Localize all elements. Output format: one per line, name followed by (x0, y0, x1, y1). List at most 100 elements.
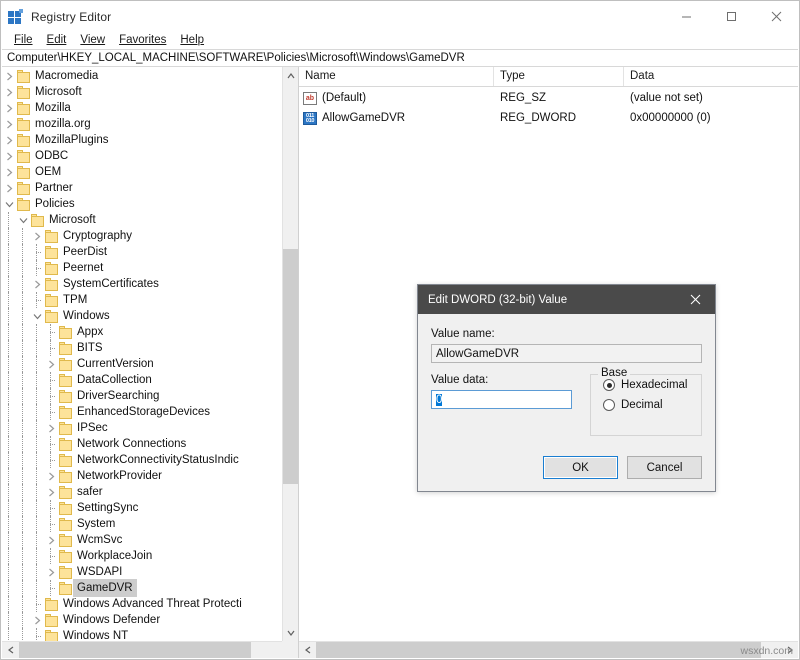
chevron-right-icon[interactable] (2, 132, 16, 148)
tree-item-partner[interactable]: Partner (2, 180, 282, 196)
tree-item-mozillaplugins[interactable]: MozillaPlugins (2, 132, 282, 148)
chevron-right-icon[interactable] (44, 468, 58, 484)
chevron-right-icon[interactable] (44, 420, 58, 436)
chevron-right-icon[interactable] (44, 532, 58, 548)
chevron-right-icon[interactable] (30, 276, 44, 292)
tree-item-microsoft[interactable]: Microsoft (2, 84, 282, 100)
close-button[interactable] (754, 1, 799, 32)
folder-icon (58, 422, 73, 435)
column-header-type[interactable]: Type (494, 67, 624, 86)
dialog-close-button[interactable] (675, 285, 715, 314)
tree-indent-guide (2, 244, 16, 260)
tree-hscroll-thumb[interactable] (19, 642, 251, 658)
folder-icon (58, 438, 73, 451)
tree-item-workplacejoin[interactable]: WorkplaceJoin (2, 548, 282, 564)
tree-item-enhancedstoragedevices[interactable]: EnhancedStorageDevices (2, 404, 282, 420)
menu-bar: File Edit View Favorites Help (1, 32, 799, 49)
tree-item-mozilla-org[interactable]: mozilla.org (2, 116, 282, 132)
chevron-right-icon[interactable] (2, 148, 16, 164)
tree-item-settingsync[interactable]: SettingSync (2, 500, 282, 516)
tree-item-wsdapi[interactable]: WSDAPI (2, 564, 282, 580)
chevron-down-icon[interactable] (30, 308, 44, 324)
chevron-right-icon[interactable] (30, 228, 44, 244)
title-bar: Registry Editor (1, 1, 799, 32)
tree-item-system[interactable]: System (2, 516, 282, 532)
tree-item-appx[interactable]: Appx (2, 324, 282, 340)
tree-item-macromedia[interactable]: Macromedia (2, 68, 282, 84)
menu-file[interactable]: File (7, 32, 40, 49)
minimize-button[interactable] (664, 1, 709, 32)
tree-horizontal-scrollbar[interactable] (2, 641, 298, 658)
tree-item-bits[interactable]: BITS (2, 340, 282, 356)
tree-item-microsoft[interactable]: Microsoft (2, 212, 282, 228)
registry-tree[interactable]: MacromediaMicrosoftMozillamozilla.orgMoz… (2, 67, 282, 641)
tree-item-networkconnectivitystatusindic[interactable]: NetworkConnectivityStatusIndic (2, 452, 282, 468)
maximize-button[interactable] (709, 1, 754, 32)
tree-item-datacollection[interactable]: DataCollection (2, 372, 282, 388)
tree-item-policies[interactable]: Policies (2, 196, 282, 212)
address-bar[interactable]: Computer\HKEY_LOCAL_MACHINE\SOFTWARE\Pol… (2, 49, 798, 67)
chevron-right-icon[interactable] (44, 564, 58, 580)
tree-item-windows[interactable]: Windows (2, 308, 282, 324)
folder-icon (58, 550, 73, 563)
chevron-right-icon[interactable] (44, 356, 58, 372)
menu-favorites[interactable]: Favorites (112, 32, 173, 49)
chevron-right-icon[interactable] (30, 612, 44, 628)
column-header-name[interactable]: Name (299, 67, 494, 86)
scroll-left-icon[interactable] (299, 642, 316, 658)
tree-item-gamedvr[interactable]: GameDVR (2, 580, 282, 596)
tree-indent-guide (2, 356, 16, 372)
tree-item-peerdist[interactable]: PeerDist (2, 244, 282, 260)
values-horizontal-scrollbar[interactable] (299, 641, 798, 658)
ok-button[interactable]: OK (543, 456, 618, 479)
tree-item-windows-nt[interactable]: Windows NT (2, 628, 282, 641)
tree-item-currentversion[interactable]: CurrentVersion (2, 356, 282, 372)
scroll-up-icon[interactable] (283, 67, 299, 84)
tree-indent-guide (30, 500, 44, 516)
chevron-down-icon[interactable] (16, 212, 30, 228)
tree-item-mozilla[interactable]: Mozilla (2, 100, 282, 116)
menu-view[interactable]: View (73, 32, 112, 49)
chevron-right-icon[interactable] (2, 164, 16, 180)
folder-icon (58, 390, 73, 403)
tree-item-ipsec[interactable]: IPSec (2, 420, 282, 436)
tree-item-windows-defender[interactable]: Windows Defender (2, 612, 282, 628)
table-row[interactable]: 011010 AllowGameDVR REG_DWORD 0x00000000… (299, 108, 798, 128)
chevron-right-icon[interactable] (2, 100, 16, 116)
tree-vertical-scrollbar[interactable] (282, 67, 298, 641)
menu-edit[interactable]: Edit (40, 32, 74, 49)
tree-scroll-thumb[interactable] (283, 249, 299, 484)
folder-icon (58, 342, 73, 355)
table-row[interactable]: ab (Default) REG_SZ (value not set) (299, 88, 798, 108)
chevron-right-icon[interactable] (2, 116, 16, 132)
value-name-input[interactable]: AllowGameDVR (431, 344, 702, 363)
scroll-left-icon[interactable] (2, 642, 19, 658)
tree-item-odbc[interactable]: ODBC (2, 148, 282, 164)
tree-item-wcmsvc[interactable]: WcmSvc (2, 532, 282, 548)
column-header-data[interactable]: Data (624, 67, 794, 86)
tree-item-network-connections[interactable]: Network Connections (2, 436, 282, 452)
folder-icon (44, 230, 59, 243)
tree-item-windows-advanced-threat-protecti[interactable]: Windows Advanced Threat Protecti (2, 596, 282, 612)
tree-item-cryptography[interactable]: Cryptography (2, 228, 282, 244)
chevron-right-icon[interactable] (44, 484, 58, 500)
radio-decimal[interactable]: Decimal (603, 395, 701, 415)
tree-item-safer[interactable]: safer (2, 484, 282, 500)
cancel-button[interactable]: Cancel (627, 456, 702, 479)
chevron-right-icon[interactable] (2, 84, 16, 100)
tree-item-label: SettingSync (77, 500, 138, 516)
tree-item-oem[interactable]: OEM (2, 164, 282, 180)
scroll-down-icon[interactable] (283, 624, 299, 641)
tree-item-systemcertificates[interactable]: SystemCertificates (2, 276, 282, 292)
value-data-input[interactable]: 0 (431, 390, 572, 409)
values-hscroll-thumb[interactable] (316, 642, 761, 658)
menu-help[interactable]: Help (173, 32, 211, 49)
chevron-right-icon[interactable] (2, 68, 16, 84)
tree-indent-guide (30, 452, 44, 468)
tree-item-tpm[interactable]: TPM (2, 292, 282, 308)
chevron-down-icon[interactable] (2, 196, 16, 212)
tree-item-driversearching[interactable]: DriverSearching (2, 388, 282, 404)
tree-item-peernet[interactable]: Peernet (2, 260, 282, 276)
tree-item-networkprovider[interactable]: NetworkProvider (2, 468, 282, 484)
chevron-right-icon[interactable] (2, 180, 16, 196)
